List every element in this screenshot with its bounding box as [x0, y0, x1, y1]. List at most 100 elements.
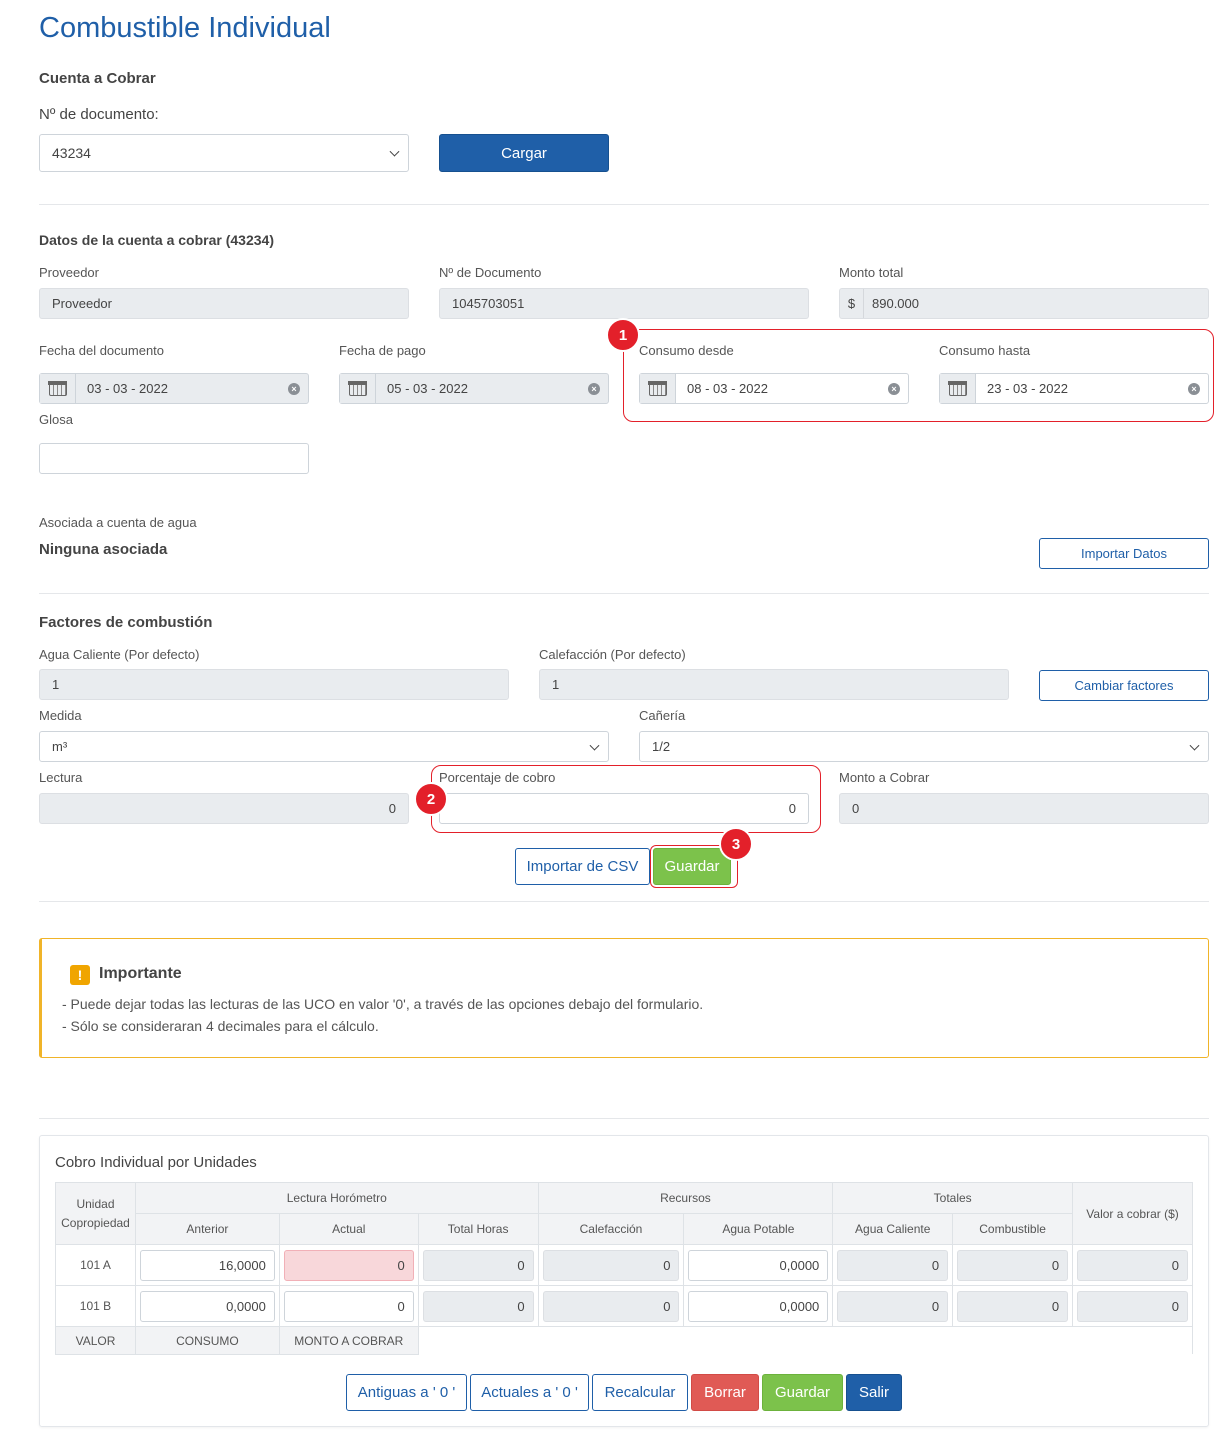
currency-prefix: $: [840, 289, 864, 318]
chevron-down-icon: [1189, 740, 1200, 751]
col-agua-caliente: Agua Caliente: [832, 1213, 954, 1245]
agua-potable-input[interactable]: 0,0000: [688, 1249, 829, 1281]
asociada-value: Ninguna asociada: [39, 541, 168, 558]
col-anterior: Anterior: [134, 1213, 280, 1245]
highlight-box-2: [431, 765, 821, 833]
step-badge-3: 3: [719, 827, 753, 861]
salir-button[interactable]: Salir: [846, 1374, 902, 1411]
col-group-recursos: Recursos: [537, 1182, 834, 1214]
proveedor-label: Proveedor: [39, 265, 99, 280]
medida-label: Medida: [39, 708, 82, 723]
documento-label: Nº de Documento: [439, 265, 542, 280]
units-table: Unidad Copropiedad Lectura Horómetro Rec…: [55, 1182, 1194, 1355]
monto-cobrar-value: 0: [852, 801, 860, 816]
documento-field: 1045703051: [439, 288, 809, 319]
factores-heading: Factores de combustión: [39, 614, 213, 631]
proveedor-field: Proveedor: [39, 288, 409, 319]
actuales-zero-button[interactable]: Actuales a ' 0 ': [470, 1374, 589, 1411]
divider: [39, 1118, 1209, 1119]
guardar-button[interactable]: Guardar: [762, 1374, 843, 1411]
actual-input[interactable]: 0: [283, 1249, 414, 1281]
valor-cell: 0: [1077, 1290, 1188, 1322]
col-unidad-line1: Unidad: [76, 1196, 115, 1211]
clear-icon[interactable]: ×: [580, 374, 608, 403]
importar-csv-button[interactable]: Importar de CSV: [515, 848, 650, 885]
proveedor-value: Proveedor: [52, 296, 112, 311]
step-badge-1: 1: [606, 318, 640, 352]
col-actual: Actual: [278, 1213, 419, 1245]
asociada-label: Asociada a cuenta de agua: [39, 515, 197, 530]
clear-icon[interactable]: ×: [280, 374, 308, 403]
borrar-button[interactable]: Borrar: [691, 1374, 759, 1411]
agua-label: Agua Caliente (Por defecto): [39, 647, 200, 662]
alert-line-1: - Puede dejar todas las lecturas de las …: [62, 996, 704, 1012]
divider: [39, 593, 1209, 594]
monto-field: $ 890.000: [839, 288, 1209, 319]
unit-cell: 101 B: [55, 1285, 136, 1327]
footer-empty: [417, 1326, 1194, 1355]
monto-cobrar-field: 0: [839, 793, 1209, 824]
total-horas-cell: 0: [422, 1249, 534, 1281]
agua-potable-input[interactable]: 0,0000: [688, 1290, 829, 1322]
combustible-cell: 0: [957, 1290, 1069, 1322]
recalcular-button[interactable]: Recalcular: [592, 1374, 688, 1411]
doc-label: Nº de documento:: [39, 106, 159, 123]
monto-label: Monto total: [839, 265, 904, 280]
important-alert: ! Importante - Puede dejar todas las lec…: [39, 938, 1209, 1058]
col-unidad-line2: Copropiedad: [61, 1215, 130, 1230]
fecha-pago-field[interactable]: 05 - 03 - 2022 ×: [339, 373, 609, 404]
medida-select[interactable]: m³: [39, 731, 609, 762]
anterior-input[interactable]: 16,0000: [139, 1249, 275, 1281]
calendar-icon[interactable]: [40, 374, 76, 403]
calendar-icon[interactable]: [340, 374, 376, 403]
highlight-box-1: [623, 329, 1214, 422]
fecha-doc-value: 03 - 03 - 2022: [87, 381, 168, 396]
col-combustible: Combustible: [952, 1213, 1074, 1245]
col-valor: Valor a cobrar ($): [1072, 1182, 1193, 1245]
monto-cobrar-label: Monto a Cobrar: [839, 770, 930, 785]
footer-consumo: CONSUMO: [134, 1326, 280, 1355]
glosa-label: Glosa: [39, 412, 73, 427]
cargar-button[interactable]: Cargar: [439, 134, 609, 172]
chevron-down-icon: [389, 146, 400, 157]
cambiar-factores-button[interactable]: Cambiar factores: [1039, 670, 1209, 701]
alert-line-2: - Sólo se consideraran 4 decimales para …: [62, 1018, 379, 1034]
col-group-totales: Totales: [832, 1182, 1074, 1214]
fecha-pago-value: 05 - 03 - 2022: [387, 381, 468, 396]
anterior-input[interactable]: 0,0000: [139, 1290, 275, 1322]
fecha-doc-field[interactable]: 03 - 03 - 2022 ×: [39, 373, 309, 404]
divider: [39, 204, 1209, 205]
actual-input[interactable]: 0: [283, 1290, 414, 1322]
caneria-label: Cañería: [639, 708, 686, 723]
lectura-field: 0: [39, 793, 409, 824]
footer-valor: VALOR: [55, 1326, 136, 1355]
col-calefaccion: Calefacción: [537, 1213, 685, 1245]
step-badge-2: 2: [414, 782, 448, 816]
valor-cell: 0: [1077, 1249, 1188, 1281]
total-horas-cell: 0: [422, 1290, 534, 1322]
units-panel-title: Cobro Individual por Unidades: [55, 1154, 257, 1171]
caneria-select[interactable]: 1/2: [639, 731, 1209, 762]
caneria-value: 1/2: [652, 739, 671, 754]
combustible-cell: 0: [957, 1249, 1069, 1281]
fecha-doc-label: Fecha del documento: [39, 343, 165, 358]
calefaccion-cell: 0: [542, 1249, 680, 1281]
monto-value: 890.000: [872, 296, 919, 311]
medida-value: m³: [52, 739, 68, 754]
unit-cell: 101 A: [55, 1244, 136, 1286]
doc-select[interactable]: 43234: [39, 134, 409, 172]
divider: [39, 901, 1209, 902]
table-footer-row: VALOR CONSUMO MONTO A COBRAR: [55, 1326, 1194, 1355]
doc-select-value: 43234: [52, 145, 91, 161]
datos-heading: Datos de la cuenta a cobrar (43234): [39, 232, 274, 248]
glosa-input[interactable]: [39, 443, 309, 474]
antiguas-zero-button[interactable]: Antiguas a ' 0 ': [346, 1374, 467, 1411]
agua-value: 1: [52, 677, 60, 692]
importar-datos-button[interactable]: Importar Datos: [1039, 538, 1209, 569]
agua-caliente-cell: 0: [837, 1249, 949, 1281]
warning-icon: !: [70, 965, 90, 985]
documento-value: 1045703051: [452, 296, 525, 311]
col-total-horas: Total Horas: [417, 1213, 539, 1245]
calef-field: 1: [539, 669, 1009, 700]
fecha-pago-label: Fecha de pago: [339, 343, 426, 358]
